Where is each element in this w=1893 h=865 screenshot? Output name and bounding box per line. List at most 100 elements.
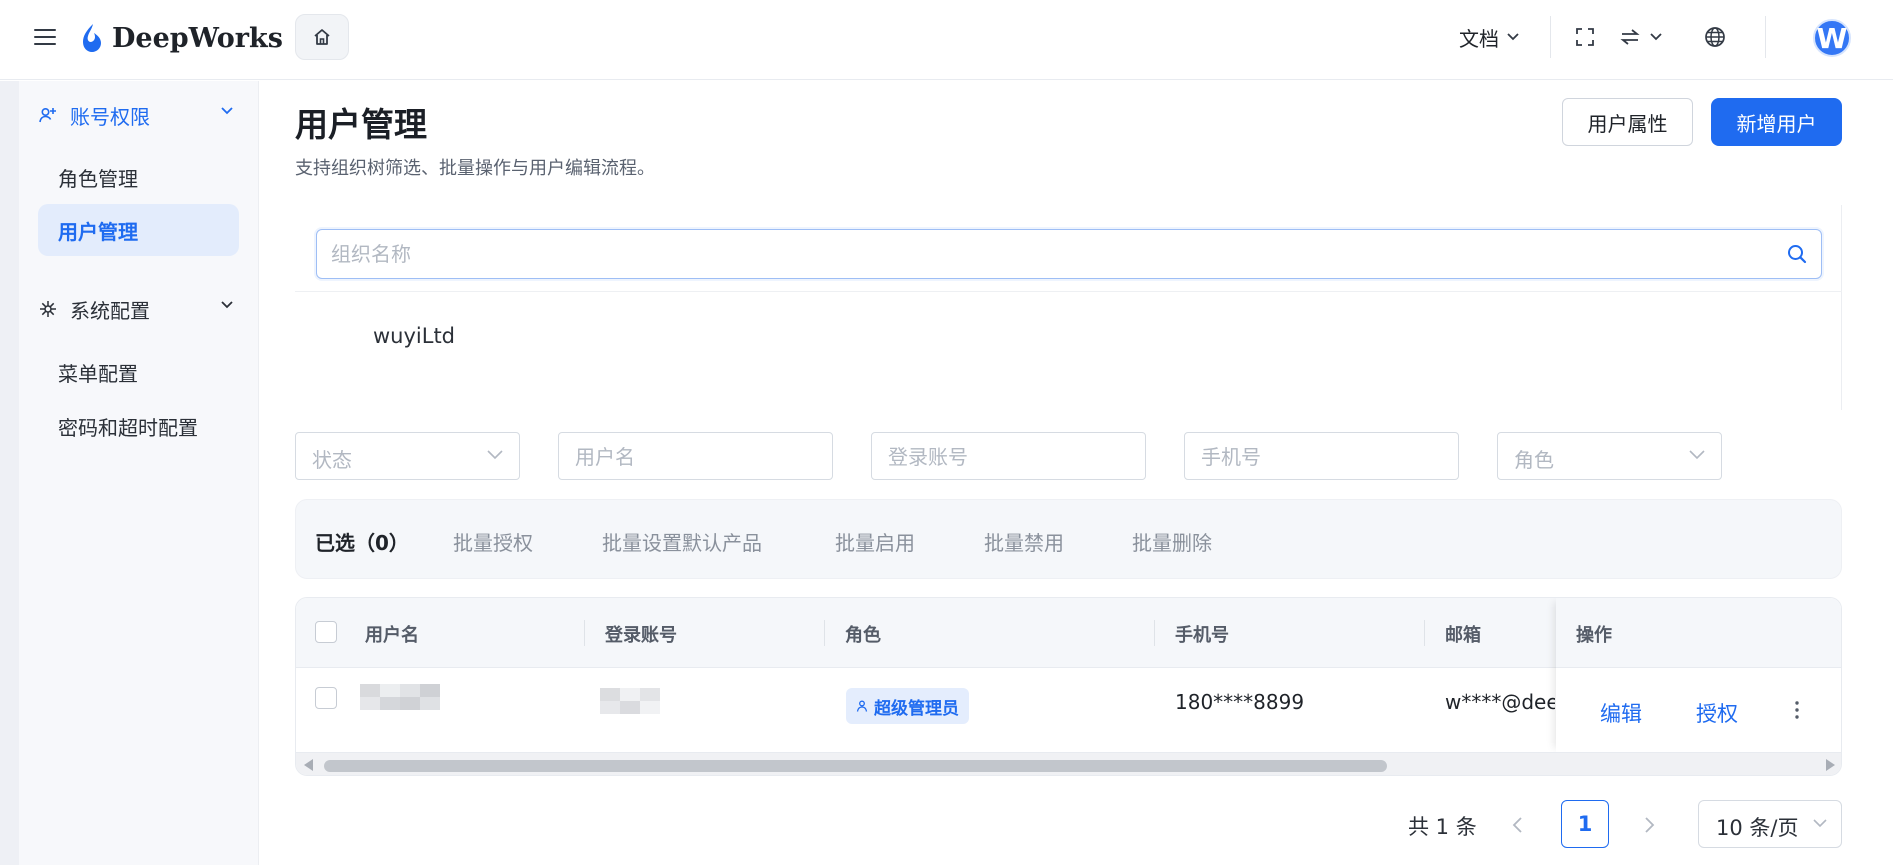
username-input[interactable] [575,442,808,472]
switch-menu[interactable] [1620,22,1662,52]
header-divider [1765,16,1766,58]
org-tree-panel: wuyiLtd [295,205,1842,410]
login-input[interactable] [888,442,1121,472]
top-header: DeepWorks 文档 W [0,0,1893,80]
home-icon [314,29,330,45]
chevron-down-icon [1650,33,1662,41]
sidebar-item-menu-config[interactable]: 菜单配置 [38,346,239,398]
fullscreen-icon [1576,28,1594,46]
batch-action-bar: 已选（0） 批量授权 批量设置默认产品 批量启用 批量禁用 批量删除 [295,499,1842,579]
swap-icon [1620,29,1640,45]
batch-delete-button[interactable]: 批量删除 [1132,527,1212,556]
sidebar-group-label: 账号权限 [70,104,150,129]
page-size-select[interactable]: 10 条/页 [1698,800,1842,848]
batch-disable-button[interactable]: 批量禁用 [984,527,1064,556]
phone-input[interactable] [1201,442,1434,472]
org-search-box [316,229,1822,279]
next-page-icon[interactable] [1644,816,1656,834]
batch-default-product-button[interactable]: 批量设置默认产品 [602,527,762,556]
users-table: 用户名 登录账号 角色 手机号 邮箱 超级管理员 180****8899 w**… [295,597,1842,776]
batch-enable-button[interactable]: 批量启用 [835,527,915,556]
phone-filter [1184,432,1459,480]
add-user-button[interactable]: 新增用户 [1711,98,1842,146]
role-placeholder: 角色 [1514,448,1554,472]
column-header-phone[interactable]: 手机号 [1175,621,1229,647]
page-size-label: 10 条/页 [1716,816,1799,840]
login-filter [871,432,1146,480]
page-button-current[interactable]: 1 [1561,800,1609,848]
login-redacted [600,688,660,714]
more-icon[interactable] [1790,695,1804,725]
language-button[interactable] [1704,22,1726,52]
column-header-login[interactable]: 登录账号 [605,621,677,647]
column-divider [584,620,585,646]
phone-cell: 180****8899 [1175,690,1305,714]
chevron-down-icon [1813,819,1827,828]
row-checkbox[interactable] [315,687,337,709]
scroll-left-icon[interactable] [304,759,313,771]
settings-icon [38,299,58,319]
home-button[interactable] [295,14,349,60]
sidebar-item-label: 角色管理 [58,166,138,191]
logo-icon [83,24,101,52]
sidebar-item-user-management[interactable]: 用户管理 [38,204,239,256]
operations-header: 操作 [1556,598,1841,668]
horizontal-scrollbar[interactable] [296,752,1841,775]
column-header-email[interactable]: 邮箱 [1445,621,1481,647]
chevron-down-icon [221,301,233,309]
prev-page-icon[interactable] [1511,816,1523,834]
sidebar-item-password-timeout[interactable]: 密码和超时配置 [38,400,239,452]
page-subtitle: 支持组织树筛选、批量操作与用户编辑流程。 [295,158,655,179]
sidebar-item-role-management[interactable]: 角色管理 [38,151,239,203]
role-badge-label: 超级管理员 [874,698,959,719]
sidebar-edge [0,81,19,865]
status-placeholder: 状态 [312,448,352,472]
avatar[interactable]: W [1813,19,1851,57]
chevron-down-icon [487,450,503,460]
divider [295,291,1842,292]
logo[interactable]: DeepWorks [80,20,283,56]
chevron-down-icon [221,107,233,115]
scroll-right-icon[interactable] [1826,759,1835,771]
column-header-operations: 操作 [1576,625,1612,646]
pagination-total: 共 1 条 [1408,815,1477,839]
fullscreen-button[interactable] [1576,22,1598,52]
column-header-username[interactable]: 用户名 [365,621,419,647]
chevron-down-icon [1507,33,1519,41]
chevron-down-icon [1689,450,1705,460]
docs-label: 文档 [1459,26,1499,51]
role-select[interactable]: 角色 [1497,432,1722,480]
status-select[interactable]: 状态 [295,432,520,480]
scrollbar-thumb[interactable] [324,760,1387,772]
authorize-link[interactable]: 授权 [1696,698,1738,728]
page-title: 用户管理 [295,105,427,144]
sidebar-item-label: 密码和超时配置 [58,415,198,440]
globe-icon [1705,27,1725,47]
username-redacted [360,684,440,710]
sidebar-item-label: 用户管理 [58,219,138,244]
menu-icon[interactable] [34,28,56,46]
sidebar-item-label: 菜单配置 [58,361,138,386]
org-tree-node[interactable]: wuyiLtd [373,324,455,348]
search-icon[interactable] [1787,244,1807,264]
sidebar-group-label: 系统配置 [70,298,150,323]
username-filter [558,432,833,480]
operations-column: 操作 [1556,598,1841,752]
select-all-checkbox[interactable] [315,621,337,643]
selected-count: 已选（0） [315,531,409,555]
role-badge: 超级管理员 [846,688,969,724]
logo-text: DeepWorks [112,22,283,54]
batch-authorize-button[interactable]: 批量授权 [453,527,533,556]
header-divider [1550,16,1551,58]
docs-menu[interactable]: 文档 [1459,22,1519,52]
sidebar-group-system[interactable]: 系统配置 [38,288,243,330]
column-header-role[interactable]: 角色 [845,621,881,647]
column-divider [1424,620,1425,646]
email-cell: w****@deep [1445,690,1555,714]
column-divider [824,620,825,646]
user-add-icon [38,105,58,125]
edit-link[interactable]: 编辑 [1600,698,1642,728]
sidebar-group-account[interactable]: 账号权限 [38,94,243,136]
user-attributes-button[interactable]: 用户属性 [1562,98,1693,146]
org-search-input[interactable] [331,238,1771,270]
